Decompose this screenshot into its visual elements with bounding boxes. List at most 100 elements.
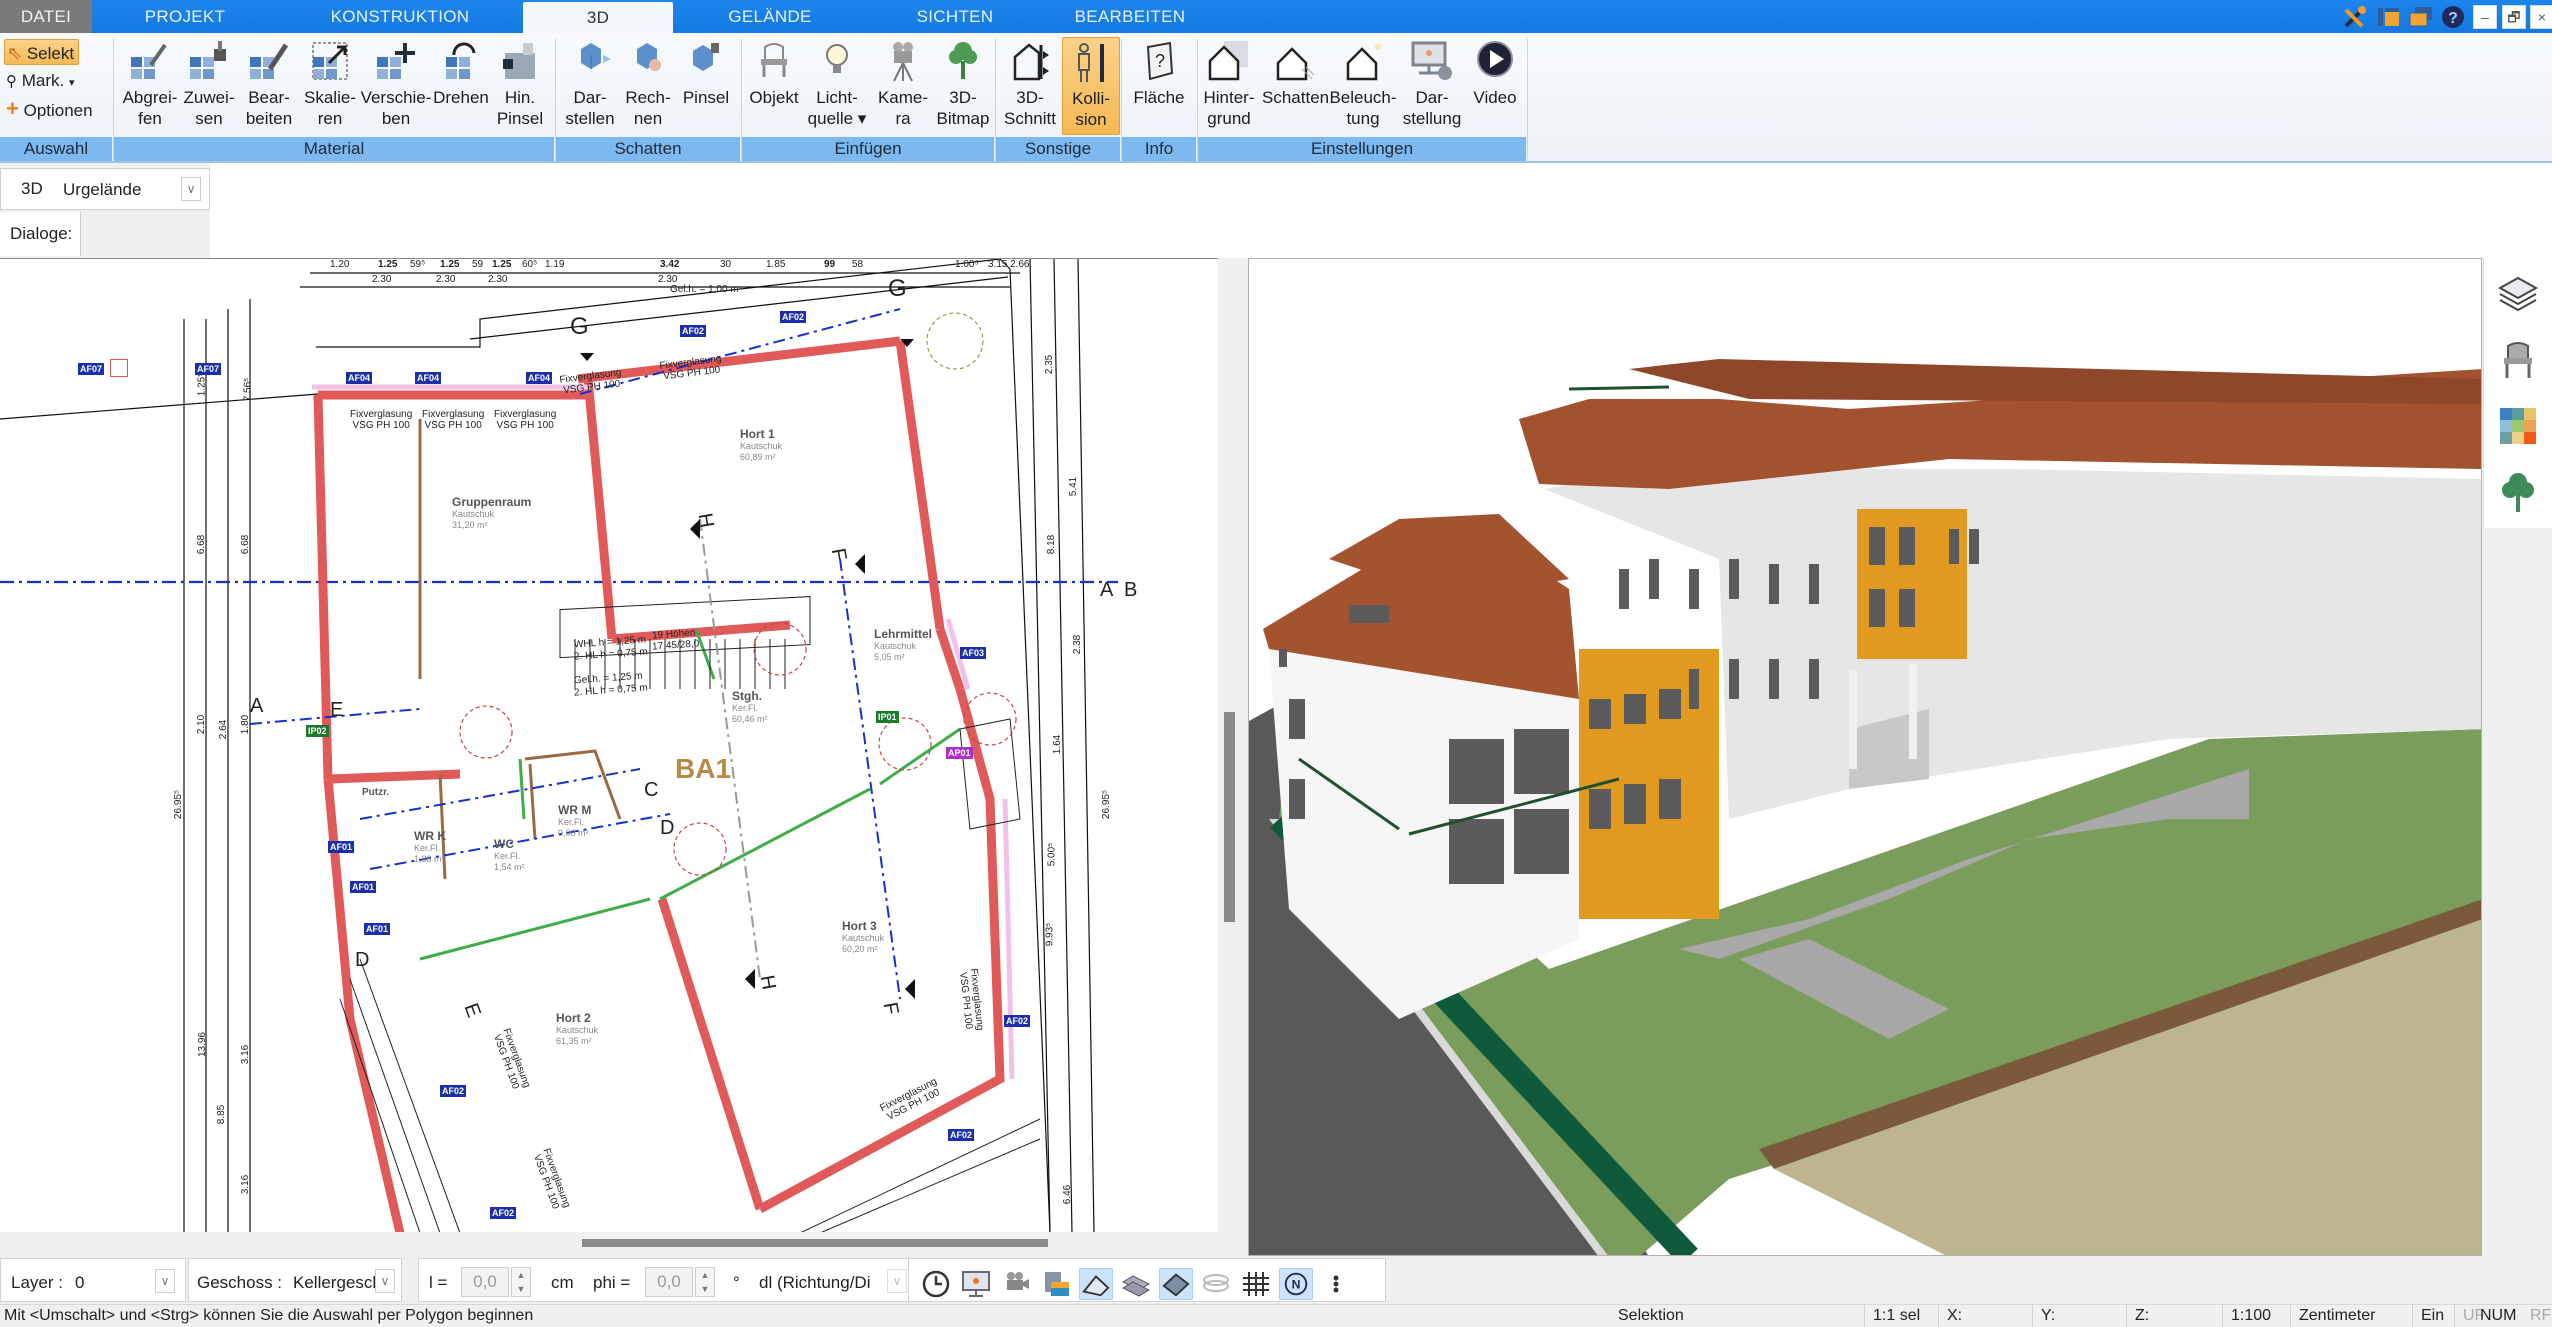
grid-icon[interactable] — [1239, 1268, 1273, 1300]
optionen-button[interactable]: + Optionen — [4, 96, 97, 122]
dim-text: 3.16 — [240, 1044, 252, 1065]
dim-text: 1.25 — [378, 259, 398, 270]
close-button[interactable]: × — [2530, 5, 2552, 29]
layer-dropdown-chevron-icon[interactable]: ∨ — [155, 1269, 175, 1293]
objekt-button[interactable]: Objekt — [746, 37, 802, 135]
kollision-button[interactable]: Kolli-sion — [1062, 37, 1120, 135]
dim-text: 9.93⁵ — [1044, 922, 1056, 947]
schatten-darstellen-button[interactable]: Dar-stellen — [562, 37, 618, 135]
contour-icon[interactable] — [1199, 1268, 1233, 1300]
tools-icon[interactable] — [2342, 4, 2368, 30]
length-input[interactable]: 0,0 — [461, 1267, 509, 1297]
dim-text: 58 — [852, 259, 864, 270]
abgreifen-button[interactable]: Abgrei-fen — [120, 37, 180, 135]
dialoge-bar: Dialoge: — [0, 212, 81, 256]
clock-icon[interactable] — [919, 1268, 953, 1300]
drehen-button[interactable]: Drehen — [432, 37, 490, 135]
restore-button[interactable]: 🗗 — [2502, 5, 2526, 29]
tab-konstruktion[interactable]: KONSTRUKTION — [300, 0, 500, 33]
dialoge-label: Dialoge: — [10, 224, 73, 243]
plants-icon[interactable] — [2496, 470, 2540, 514]
schatten-rechnen-button[interactable]: Rech-nen — [620, 37, 676, 135]
background-brush-icon — [503, 43, 535, 79]
view-selector[interactable]: 3D Urgelände ∨ — [0, 168, 210, 210]
section-mark-g: G — [570, 313, 589, 340]
plan-horizontal-scroll-thumb[interactable] — [582, 1239, 1048, 1247]
furniture-icon[interactable] — [2496, 338, 2540, 382]
layers-icon[interactable] — [2496, 272, 2540, 316]
beleuchtung-button[interactable]: Beleuch-tung — [1328, 37, 1398, 135]
dim-text: 2.30 — [488, 274, 508, 285]
plan-vertical-scroll-thumb[interactable] — [1224, 712, 1235, 922]
floor-plan-view[interactable]: 1.20 1.25 59⁵ 1.25 59 1.25 60⁵ 1.19 3.42… — [0, 258, 1218, 1232]
bearbeiten-button[interactable]: Bear-beiten — [238, 37, 300, 135]
group-label-material: Material — [114, 137, 554, 161]
presentation-icon[interactable] — [959, 1268, 993, 1300]
windows-icon[interactable] — [2408, 4, 2434, 30]
tab-3d[interactable]: 3D — [523, 2, 673, 33]
mark-dropdown[interactable]: ⚲ Mark. ▾ — [4, 68, 79, 94]
3d-view[interactable] — [1248, 258, 2482, 1256]
tab-projekt[interactable]: PROJEKT — [115, 0, 255, 33]
kamera-button[interactable]: Kame-ra — [872, 37, 934, 135]
materials-palette-icon[interactable] — [2496, 404, 2540, 448]
status-z: Z: — [2126, 1305, 2149, 1327]
camera-icon[interactable] — [999, 1268, 1033, 1300]
more-icon[interactable] — [1319, 1268, 1353, 1300]
panel-layout-icon[interactable] — [2375, 4, 2401, 30]
floor-slab-icon[interactable] — [1159, 1268, 1193, 1300]
input-segment: l = 0,0 ▲ ▼ cm phi = 0,0 ▲ ▼ ° dl (Richtun… — [418, 1258, 918, 1302]
status-hint: Mit <Umschalt> und <Strg> können Sie die… — [4, 1307, 534, 1324]
dim-text: 2.30 — [436, 274, 456, 285]
status-unit: Zentimeter — [2290, 1305, 2375, 1327]
north-icon[interactable]: N — [1279, 1268, 1313, 1300]
materials-stack-icon[interactable] — [1039, 1268, 1073, 1300]
skalieren-button[interactable]: Skalie-ren — [300, 37, 360, 135]
schatten-einstellung-button[interactable]: Schatten — [1262, 37, 1329, 135]
hintergrund-button[interactable]: Hinter-grund — [1198, 37, 1260, 135]
bitmap-3d-button[interactable]: 3D- Bitmap — [934, 37, 992, 135]
lichtquelle-button[interactable]: Licht-quelle ▾ — [804, 37, 870, 135]
input-mode-value[interactable]: dl (Richtung/Di — [759, 1273, 871, 1293]
layer-value[interactable]: 0 — [75, 1273, 84, 1293]
tab-sichten[interactable]: SICHTEN — [880, 0, 1030, 33]
verschieben-button[interactable]: Verschie-ben — [360, 37, 432, 135]
phi-input[interactable]: 0,0 — [645, 1267, 693, 1297]
length-stepper[interactable]: ▲ ▼ — [511, 1267, 531, 1297]
tab-datei[interactable]: DATEI — [0, 0, 92, 33]
geschoss-value[interactable]: Kellergesch — [293, 1273, 382, 1293]
dim-text: 2.35 — [1044, 354, 1056, 375]
layer-label: Layer : — [11, 1273, 63, 1292]
darstellung-button[interactable]: Dar-stellung — [1398, 37, 1466, 135]
display-settings-icon — [1411, 41, 1452, 80]
selekt-button[interactable]: ⇖ Selekt — [4, 39, 80, 65]
zuweisen-button[interactable]: Zuwei-sen — [180, 37, 238, 135]
toolbar-area — [210, 163, 2552, 258]
geschoss-segment: Geschoss : Kellergesch ∨ — [188, 1258, 402, 1302]
input-mode-chevron-icon[interactable]: ∨ — [887, 1269, 907, 1293]
tab-bearbeiten[interactable]: BEARBEITEN — [1040, 0, 1220, 33]
window-marker — [110, 359, 128, 377]
status-num: NUM — [2480, 1307, 2517, 1324]
schatten-pinsel-button[interactable]: Pinsel — [678, 37, 734, 135]
geschoss-dropdown-chevron-icon[interactable]: ∨ — [375, 1269, 395, 1293]
tree-icon — [949, 42, 977, 79]
phi-stepper[interactable]: ▲ ▼ — [695, 1267, 715, 1297]
dim-text: 8.85 — [216, 1104, 228, 1125]
flaeche-button[interactable]: ? Fläche — [1126, 37, 1192, 135]
video-button[interactable]: Video — [1466, 37, 1524, 135]
tab-gelaende[interactable]: GELÄNDE — [700, 0, 840, 33]
dim-text: 59 — [472, 259, 484, 270]
dim-text: 8.18 — [1046, 534, 1058, 555]
svg-text:N: N — [1292, 1278, 1301, 1292]
schnitt-3d-button[interactable]: 3D- Schnitt — [1000, 37, 1060, 135]
help-icon[interactable]: ? — [2440, 4, 2466, 30]
status-y: Y: — [2032, 1305, 2055, 1327]
tag-af02: AF02 — [1004, 1015, 1031, 1027]
terrain-icon[interactable] — [1119, 1268, 1153, 1300]
area-info-icon: ? — [1146, 41, 1174, 81]
roof-icon[interactable] — [1079, 1268, 1113, 1300]
chevron-down-icon[interactable]: ∨ — [181, 177, 201, 201]
minimize-button[interactable]: – — [2473, 5, 2497, 29]
hin-pinsel-button[interactable]: Hin. Pinsel — [490, 37, 550, 135]
